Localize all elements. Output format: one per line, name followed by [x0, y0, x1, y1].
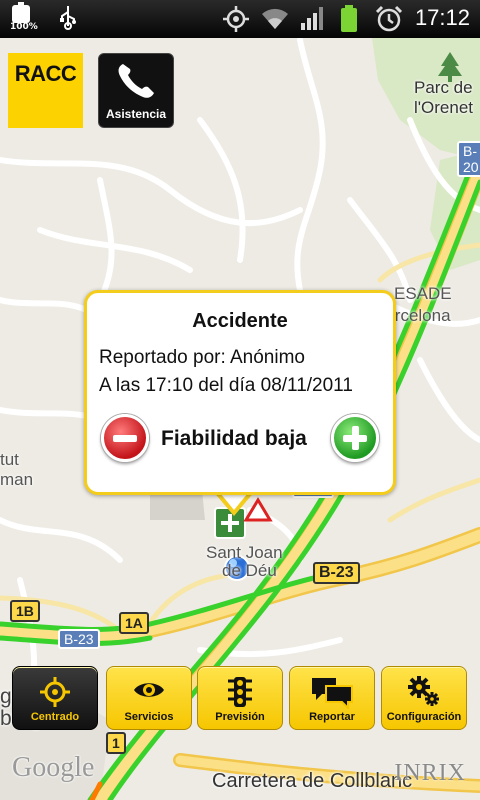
plus-icon-vertical: [352, 426, 359, 450]
exit-shield-1b: 1B: [10, 600, 40, 622]
reliability-label: Fiabilidad baja: [161, 427, 307, 450]
minus-icon: [113, 435, 137, 442]
clock-time: 17:12: [414, 5, 470, 30]
alarm-clock-icon: [375, 5, 403, 32]
eye-icon: [134, 683, 164, 697]
racc-logo: RACC: [8, 53, 83, 128]
toolbar-centrado[interactable]: Centrado: [12, 666, 98, 730]
place-label-institut: tut man: [0, 450, 34, 489]
gears-icon: [408, 676, 439, 706]
toolbar-prevision[interactable]: Previsión: [197, 666, 283, 730]
toolbar-reportar-label: Reportar: [309, 711, 355, 723]
toolbar-servicios-label: Servicios: [124, 711, 174, 723]
toolbar-centrado-label: Centrado: [30, 711, 80, 723]
road-shield-b23: B-23: [313, 562, 360, 584]
phone-icon: [118, 64, 154, 98]
road-shield-b23-left: B-23: [58, 629, 100, 649]
incident-title: Accidente: [192, 310, 288, 332]
signal-icon: [301, 7, 323, 30]
incident-reporter: Reportado por: Anónimo: [99, 347, 305, 368]
usb-icon: [60, 6, 76, 30]
decrease-reliability-button[interactable]: [101, 414, 149, 462]
battery-percent: 100%: [10, 22, 38, 32]
increase-reliability-button[interactable]: [331, 414, 379, 462]
toolbar-configuracion-label: Configuración: [386, 711, 462, 723]
place-label-sant-joan: Sant Joan de Déu: [206, 543, 283, 580]
incident-popup[interactable]: Accidente Reportado por: Anónimo A las 1…: [84, 290, 396, 495]
road-shield-b20-top: B-20: [457, 141, 480, 177]
chat-bubbles-icon: [312, 678, 353, 709]
exit-shield-1a: 1A: [119, 612, 149, 634]
status-bar: 100% 17:12: [0, 0, 480, 38]
toolbar-configuracion[interactable]: Configuración: [381, 666, 467, 730]
street-label-carretera: Carretera de Collblanc: [212, 770, 413, 792]
incident-timestamp: A las 17:10 del día 08/11/2011: [99, 375, 353, 396]
gps-icon: [223, 6, 249, 32]
inrix-attribution: INRIX: [394, 760, 466, 786]
wifi-icon: [262, 8, 288, 29]
toolbar-prevision-label: Previsión: [215, 711, 265, 723]
place-label-esade: ESADE: [394, 284, 452, 303]
traffic-light-icon: [228, 677, 252, 707]
exit-shield-1: 1: [106, 732, 126, 754]
toolbar-servicios[interactable]: Servicios: [106, 666, 192, 730]
google-attribution: Google: [12, 752, 95, 783]
battery-icon: [12, 2, 30, 23]
place-label-parc: Parc de l'Orenet: [414, 78, 473, 117]
asistencia-button[interactable]: Asistencia: [98, 53, 174, 128]
toolbar-reportar[interactable]: Reportar: [289, 666, 375, 730]
battery-charged-icon: [341, 5, 357, 32]
crosshair-icon: [40, 677, 70, 707]
